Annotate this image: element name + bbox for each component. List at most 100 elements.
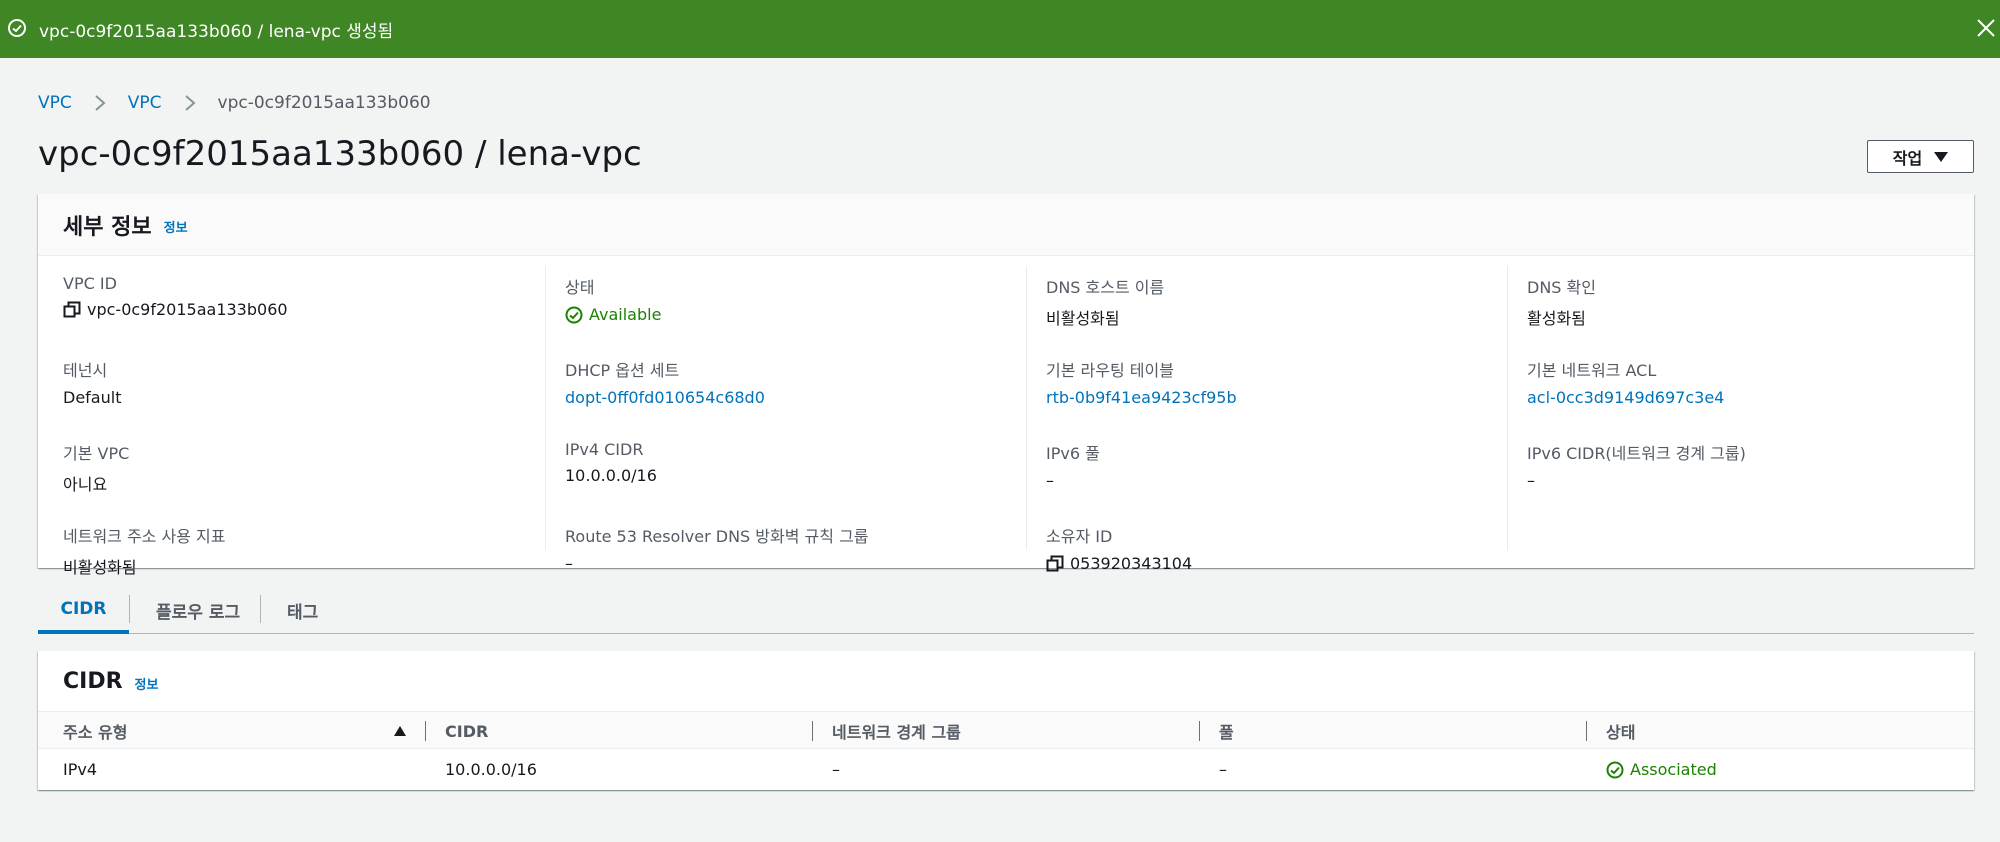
- column-resizer[interactable]: [1586, 721, 1587, 741]
- column-header-network-border-group[interactable]: 네트워크 경계 그룹: [832, 712, 961, 750]
- breadcrumb-vpc-list[interactable]: VPC: [128, 93, 162, 113]
- field-value: 053920343104: [1046, 554, 1237, 573]
- column-header-pool[interactable]: 풀: [1219, 712, 1234, 750]
- column-header-status[interactable]: 상태: [1606, 712, 1635, 750]
- column-header-address-type[interactable]: 주소 유형: [63, 712, 127, 750]
- field-value: 아니요: [63, 475, 108, 494]
- cidr-title: CIDR: [63, 668, 123, 694]
- field-label: IPv6 CIDR(네트워크 경계 그룹): [1527, 444, 1746, 463]
- tab-flow-logs[interactable]: 플로우 로그: [156, 587, 240, 633]
- owner-id-value: 053920343104: [1070, 554, 1193, 573]
- chevron-right-icon: [95, 95, 106, 111]
- field-label: VPC ID: [63, 274, 117, 293]
- caret-down-icon: [1934, 151, 1949, 162]
- field-ipv4-cidr: IPv4 CIDR 10.0.0.0/16: [565, 440, 869, 515]
- cell-address-type: IPv4: [63, 760, 98, 779]
- field-value: vpc-0c9f2015aa133b060: [63, 300, 288, 319]
- column-resizer[interactable]: [1199, 721, 1200, 741]
- field-value: 10.0.0.0/16: [565, 466, 657, 485]
- details-info-link[interactable]: 정보: [164, 217, 188, 236]
- field-label: 소유자 ID: [1046, 527, 1113, 546]
- field-label: Route 53 Resolver DNS 방화벽 규칙 그룹: [565, 527, 869, 546]
- field-label: DNS 호스트 이름: [1046, 278, 1165, 297]
- field-value: –: [565, 554, 573, 573]
- details-header: 세부 정보 정보: [38, 194, 1974, 256]
- copy-icon[interactable]: [63, 301, 81, 319]
- tab-bar: CIDR 플로우 로그 태그: [38, 587, 1974, 634]
- status-success-icon: [1606, 761, 1624, 778]
- details-column-2: 상태 Available DHCP 옵션 세트 dopt-0ff0fd01065…: [545, 266, 869, 573]
- column-header-cidr[interactable]: CIDR: [445, 712, 488, 750]
- cell-cidr: 10.0.0.0/16: [445, 760, 537, 779]
- network-acl-link[interactable]: acl-0cc3d9149d697c3e4: [1527, 388, 1746, 407]
- column-resizer[interactable]: [425, 721, 426, 741]
- tab-cidr[interactable]: CIDR: [38, 587, 129, 634]
- breadcrumb-vpc-console[interactable]: VPC: [38, 93, 72, 113]
- details-column-3: DNS 호스트 이름 비활성화됨 기본 라우팅 테이블 rtb-0b9f41ea…: [1026, 266, 1237, 573]
- check-circle-icon: [8, 19, 26, 37]
- field-value: Default: [63, 388, 122, 407]
- cell-network-border-group: –: [832, 760, 840, 779]
- actions-dropdown-button[interactable]: 작업: [1867, 140, 1974, 173]
- field-label: 기본 네트워크 ACL: [1527, 361, 1657, 380]
- field-label: 네트워크 주소 사용 지표: [63, 527, 226, 546]
- flash-message: vpc-0c9f2015aa133b060 / lena-vpc 생성됨: [39, 22, 394, 42]
- chevron-right-icon: [184, 95, 196, 111]
- field-state: 상태 Available: [565, 274, 869, 349]
- field-label: 상태: [565, 278, 595, 297]
- field-dhcp-options: DHCP 옵션 세트 dopt-0ff0fd010654c68d0: [565, 357, 869, 432]
- cidr-info-link[interactable]: 정보: [135, 674, 159, 693]
- table-row: IPv4 10.0.0.0/16 – – Associated: [38, 749, 1974, 790]
- field-value: 활성화됨: [1527, 309, 1586, 328]
- route-table-link[interactable]: rtb-0b9f41ea9423cf95b: [1046, 388, 1237, 407]
- page-title: vpc-0c9f2015aa133b060 / lena-vpc: [38, 134, 642, 174]
- field-dns-hostnames: DNS 호스트 이름 비활성화됨: [1046, 274, 1237, 349]
- status-value: Associated: [1630, 760, 1717, 779]
- field-label: 기본 VPC: [63, 444, 130, 463]
- field-ipv6-cidr: IPv6 CIDR(네트워크 경계 그룹) –: [1527, 440, 1746, 515]
- sort-ascending-icon[interactable]: [394, 726, 406, 736]
- field-tenancy: 테넌시 Default: [63, 357, 288, 432]
- details-column-4: DNS 확인 활성화됨 기본 네트워크 ACL acl-0cc3d9149d69…: [1507, 266, 1746, 550]
- cidr-table-header: 주소 유형 CIDR 네트워크 경계 그룹 풀 상태: [38, 711, 1974, 749]
- cidr-header: CIDR 정보: [38, 651, 1974, 711]
- breadcrumb: VPC VPC vpc-0c9f2015aa133b060: [38, 93, 431, 113]
- tab-divider: [129, 595, 130, 623]
- column-resizer[interactable]: [812, 721, 813, 741]
- field-label: IPv4 CIDR: [565, 440, 644, 459]
- field-value: 비활성화됨: [63, 558, 137, 577]
- field-ipv6-pool: IPv6 풀 –: [1046, 440, 1237, 515]
- field-main-route-table: 기본 라우팅 테이블 rtb-0b9f41ea9423cf95b: [1046, 357, 1237, 432]
- field-value: –: [1527, 471, 1535, 490]
- field-value: Available: [565, 305, 869, 324]
- state-value: Available: [589, 305, 662, 324]
- copy-icon[interactable]: [1046, 555, 1064, 573]
- dhcp-options-link[interactable]: dopt-0ff0fd010654c68d0: [565, 388, 869, 407]
- field-value: –: [1046, 471, 1054, 490]
- field-label: IPv6 풀: [1046, 444, 1100, 463]
- field-main-network-acl: 기본 네트워크 ACL acl-0cc3d9149d697c3e4: [1527, 357, 1746, 432]
- success-flash-bar: vpc-0c9f2015aa133b060 / lena-vpc 생성됨: [0, 0, 2000, 58]
- field-dns-resolution: DNS 확인 활성화됨: [1527, 274, 1746, 349]
- vpc-id-value: vpc-0c9f2015aa133b060: [87, 300, 288, 319]
- field-default-vpc: 기본 VPC 아니요: [63, 440, 288, 515]
- details-column-1: VPC ID vpc-0c9f2015aa133b060 테넌시 Default…: [63, 266, 288, 577]
- field-label: DHCP 옵션 세트: [565, 361, 680, 380]
- close-icon[interactable]: [1974, 16, 1998, 40]
- field-vpc-id: VPC ID vpc-0c9f2015aa133b060: [63, 274, 288, 349]
- field-label: DNS 확인: [1527, 278, 1596, 297]
- breadcrumb-current: vpc-0c9f2015aa133b060: [217, 93, 431, 113]
- cell-pool: –: [1219, 760, 1227, 779]
- details-grid: VPC ID vpc-0c9f2015aa133b060 테넌시 Default…: [38, 256, 1974, 577]
- tab-divider: [260, 595, 261, 623]
- actions-label: 작업: [1892, 148, 1923, 168]
- cidr-panel: CIDR 정보 주소 유형 CIDR 네트워크 경계 그룹 풀 상태 IPv4 …: [38, 651, 1974, 790]
- field-label: 테넌시: [63, 361, 108, 380]
- details-panel: 세부 정보 정보 VPC ID vpc-0c9f2015aa133b060 테넌…: [38, 194, 1974, 577]
- cell-status: Associated: [1606, 749, 1717, 790]
- field-label: 기본 라우팅 테이블: [1046, 361, 1174, 380]
- tab-tags[interactable]: 태그: [287, 587, 318, 633]
- field-value: 비활성화됨: [1046, 309, 1120, 328]
- status-success-icon: [565, 306, 583, 323]
- details-title: 세부 정보: [63, 214, 152, 240]
